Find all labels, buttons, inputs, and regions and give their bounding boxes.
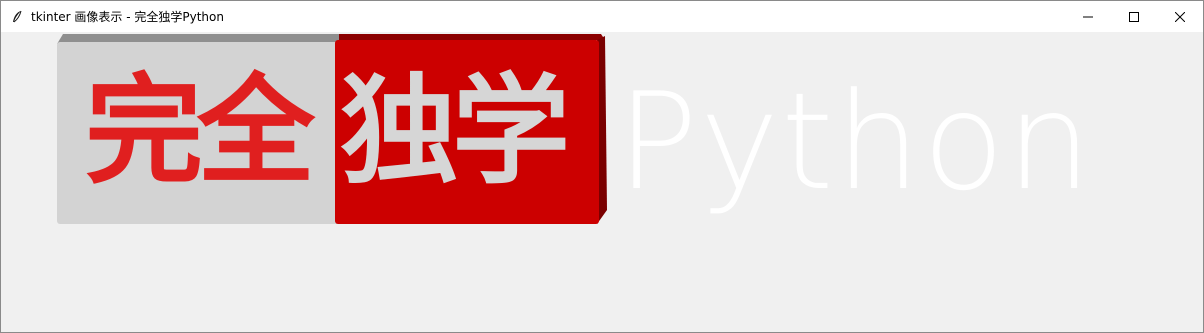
minimize-icon — [1083, 16, 1093, 17]
minimize-button[interactable] — [1065, 1, 1111, 32]
app-window: tkinter 画像表示 - 完全独学Python 完全 独学 Python — [0, 0, 1204, 333]
maximize-icon — [1129, 11, 1139, 22]
feather-icon — [11, 10, 25, 24]
close-icon — [1175, 11, 1185, 22]
logo-text-dokugaku: 独学 — [340, 61, 570, 200]
title-bar[interactable]: tkinter 画像表示 - 完全独学Python — [1, 1, 1203, 32]
logo-text-kanzen: 完全 — [85, 61, 315, 200]
close-button[interactable] — [1157, 1, 1203, 32]
logo-image: 完全 独学 — [55, 34, 607, 226]
window-title: tkinter 画像表示 - 完全独学Python — [31, 10, 224, 24]
image-canvas: 完全 独学 Python — [1, 32, 1203, 332]
maximize-button[interactable] — [1111, 1, 1157, 32]
window-controls — [1065, 1, 1203, 32]
logo-text-python: Python — [617, 64, 1094, 220]
